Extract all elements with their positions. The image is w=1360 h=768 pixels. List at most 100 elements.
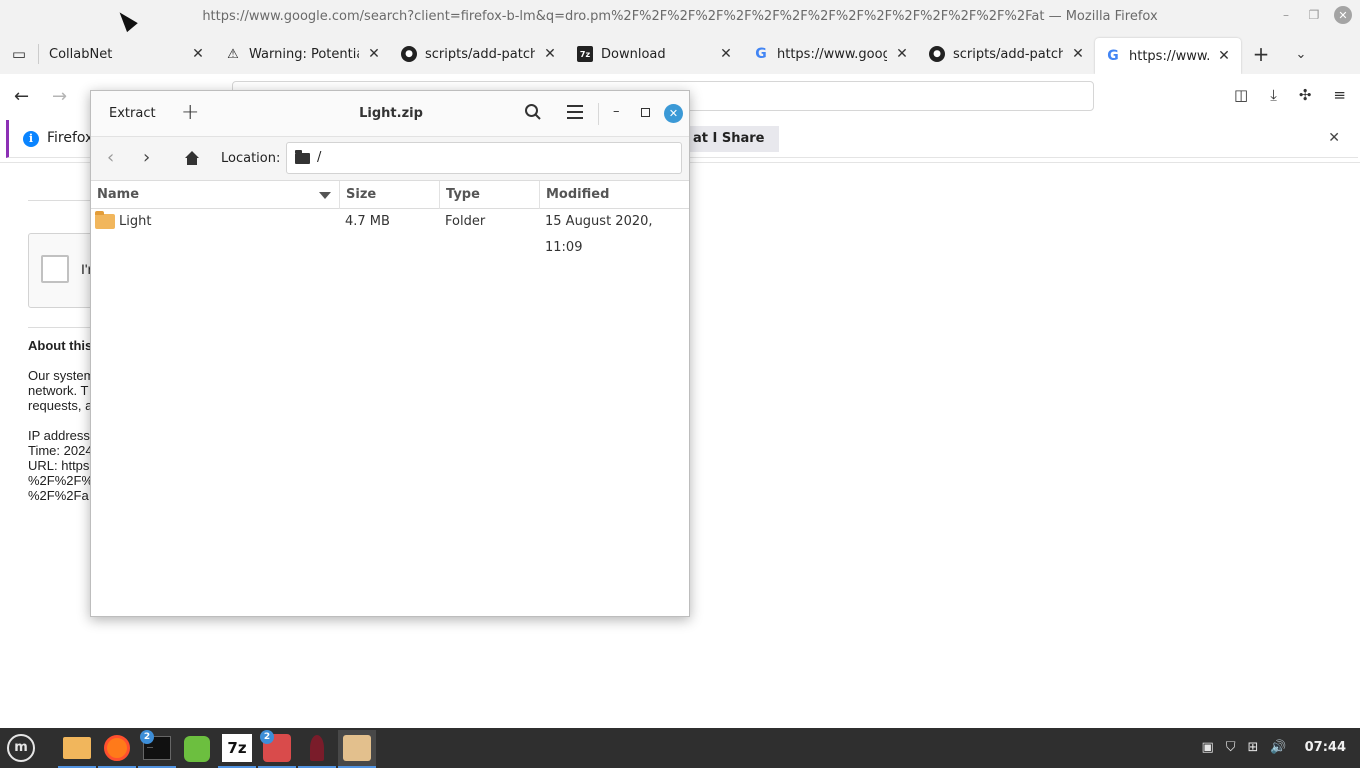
maximize-icon[interactable]	[641, 108, 650, 117]
7zip-icon: 7z	[222, 734, 252, 762]
tab-label: scripts/add-patch-wine	[953, 46, 1063, 62]
calculator-app[interactable]	[178, 730, 216, 768]
table-row[interactable]: Light 4.7 MB Folder 15 August 2020, 11:0…	[91, 209, 689, 255]
back-icon[interactable]: ←	[14, 86, 29, 107]
minimize-icon[interactable]: –	[1278, 7, 1294, 23]
forward-icon[interactable]: ›	[143, 147, 150, 168]
firefox-icon	[104, 735, 130, 761]
chevron-down-icon[interactable]: ⌄	[1281, 47, 1321, 62]
new-tab-icon[interactable]: +	[1241, 42, 1281, 66]
start-menu-button[interactable]: m	[5, 733, 37, 763]
close-tab-icon[interactable]: ✕	[543, 46, 557, 62]
tab-collabnet[interactable]: CollabNet ✕	[39, 34, 215, 74]
google-icon: G	[755, 46, 767, 62]
tab-bar: ▭ CollabNet ✕ ⚠ Warning: Potential Secur…	[0, 34, 1360, 74]
bug-app[interactable]: 2	[258, 730, 296, 768]
tab-label: Download	[601, 46, 666, 62]
notification-text: Firefox	[47, 130, 94, 146]
google-icon: G	[1107, 48, 1119, 64]
tab-label: Warning: Potential Security Risk Ahead	[249, 46, 359, 62]
close-tab-icon[interactable]: ✕	[367, 46, 381, 62]
separator	[598, 103, 599, 125]
tab-google-active[interactable]: G https://www.google.com/search ✕	[1095, 38, 1241, 74]
taskbar: m _ 2 7z 2 ▣ ⛉ ⊞ 🔊 07:44	[0, 728, 1360, 768]
clock[interactable]: 07:44	[1305, 740, 1346, 755]
hamburger-icon[interactable]	[567, 105, 583, 119]
volume-icon[interactable]: 🔊	[1270, 740, 1286, 755]
window-count-badge: 2	[260, 730, 274, 744]
maximize-icon[interactable]: ❐	[1306, 7, 1322, 23]
clipboard-icon[interactable]: ▣	[1201, 740, 1213, 755]
column-headers: Name Size Type Modified	[91, 181, 689, 209]
minimize-icon[interactable]: –	[613, 104, 620, 119]
wine-app[interactable]	[298, 730, 336, 768]
network-icon[interactable]: ⊞	[1248, 740, 1259, 755]
column-modified[interactable]: Modified	[540, 181, 691, 209]
download-icon[interactable]: ⤓	[1270, 86, 1277, 104]
cell-type: Folder	[445, 214, 486, 229]
divider	[28, 327, 98, 328]
folder-icon	[63, 737, 91, 759]
archive-manager-app[interactable]	[338, 730, 376, 768]
system-tray: ▣ ⛉ ⊞ 🔊 07:44	[1201, 740, 1346, 755]
pocket-icon[interactable]: ◫	[1234, 86, 1248, 104]
close-icon[interactable]: ✕	[1334, 6, 1352, 24]
mint-logo-icon: m	[7, 734, 35, 762]
tab-github-2[interactable]: ● scripts/add-patch-wine ✕	[919, 34, 1095, 74]
7zip-app[interactable]: 7z	[218, 730, 256, 768]
files-app[interactable]	[58, 730, 96, 768]
column-name[interactable]: Name	[91, 181, 340, 209]
wine-glass-icon	[310, 735, 324, 761]
tab-label: scripts/add-patch-wine	[425, 46, 535, 62]
folder-icon	[295, 150, 310, 164]
cell-modified: 15 August 2020, 11:09	[545, 214, 653, 255]
tab-label: https://www.google.com/search	[1129, 48, 1209, 64]
column-size[interactable]: Size	[340, 181, 440, 209]
archive-header: Extract + Light.zip – ✕	[91, 91, 689, 137]
forward-icon[interactable]: →	[52, 86, 67, 107]
7zip-icon: 7z	[577, 46, 593, 62]
close-tab-icon[interactable]: ✕	[1071, 46, 1085, 62]
close-tab-icon[interactable]: ✕	[1217, 48, 1231, 64]
github-icon: ●	[929, 46, 945, 62]
captcha-checkbox[interactable]	[41, 255, 69, 283]
tab-list-icon[interactable]: ▭	[0, 34, 38, 74]
warning-icon: ⚠	[227, 46, 239, 62]
window-count-badge: 2	[140, 730, 154, 744]
sort-descending-icon	[319, 192, 331, 199]
close-tab-icon[interactable]: ✕	[719, 46, 733, 62]
github-icon: ●	[401, 46, 417, 62]
archive-toolbar: ‹ › Location: /	[91, 137, 689, 181]
close-icon[interactable]: ✕	[1328, 130, 1340, 146]
info-icon: i	[23, 131, 39, 147]
tab-download[interactable]: 7z Download ✕	[567, 34, 743, 74]
cell-name: Light	[119, 214, 152, 229]
notification-button[interactable]: at I Share	[689, 126, 779, 152]
close-tab-icon[interactable]: ✕	[191, 46, 205, 62]
tab-google-1[interactable]: G https://www.google.com/search ✕	[743, 34, 919, 74]
column-label: Name	[97, 187, 140, 202]
archive-title: Light.zip	[359, 106, 423, 121]
search-icon[interactable]	[524, 103, 542, 121]
firefox-app[interactable]	[98, 730, 136, 768]
tab-github-1[interactable]: ● scripts/add-patch-wine ✕	[391, 34, 567, 74]
firefox-titlebar: https://www.google.com/search?client=fir…	[0, 0, 1360, 34]
extensions-icon[interactable]: ✣	[1299, 86, 1312, 104]
column-type[interactable]: Type	[440, 181, 540, 209]
folder-icon	[95, 211, 115, 229]
terminal-app[interactable]: _ 2	[138, 730, 176, 768]
close-tab-icon[interactable]: ✕	[895, 46, 909, 62]
close-icon[interactable]: ✕	[664, 104, 683, 123]
location-field[interactable]: /	[286, 142, 682, 174]
tab-label: https://www.google.com/search	[777, 46, 887, 62]
back-icon[interactable]: ‹	[107, 147, 114, 168]
window-title: https://www.google.com/search?client=fir…	[202, 9, 1158, 24]
menu-icon[interactable]: ≡	[1333, 86, 1346, 104]
toolbar-icons: ◫ ⤓ ✣ ≡	[1234, 86, 1346, 104]
home-icon[interactable]	[185, 151, 199, 165]
window-controls: – ❐ ✕	[1278, 6, 1352, 24]
tab-warning[interactable]: ⚠ Warning: Potential Security Risk Ahead…	[215, 34, 391, 74]
tab-label: CollabNet	[49, 46, 113, 62]
shield-icon[interactable]: ⛉	[1226, 740, 1236, 755]
location-value: /	[317, 150, 322, 165]
